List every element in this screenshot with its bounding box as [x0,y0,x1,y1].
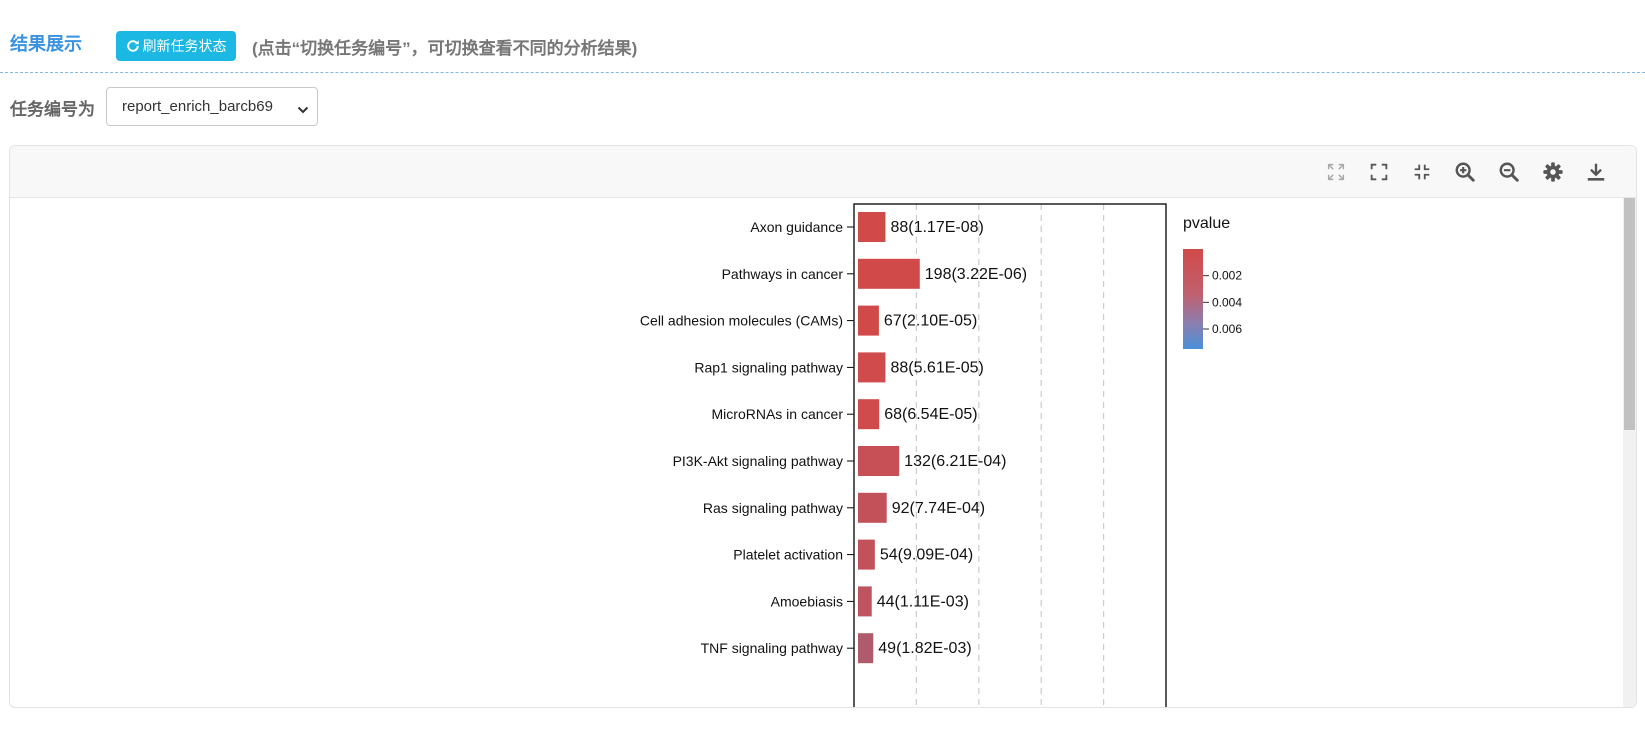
data-label-4: 68(6.54E-05) [884,406,977,423]
bar-4 [858,399,880,430]
expand-icon[interactable] [1323,159,1349,185]
bar-7 [858,539,875,570]
bar-1 [858,258,920,289]
bar-8 [858,586,872,617]
chart-area: Axon guidance 88(1.17E-08) Pathways in can… [10,198,1625,707]
legend-colorbar [1183,249,1203,349]
category-label-6: Ras signaling pathway [703,500,843,516]
bar-2 [858,305,879,336]
compress-icon[interactable] [1409,159,1435,185]
category-label-5: PI3K-Akt signaling pathway [673,453,843,469]
task-select-value: report_enrich_barcb69 [122,98,273,115]
enrichment-bar-chart: Axon guidance 88(1.17E-08) Pathways in can… [640,203,1242,707]
header-bar [0,0,1645,73]
data-label-8: 44(1.11E-03) [877,593,969,610]
bar-9 [858,633,874,664]
bar-0 [858,212,886,242]
category-label-1: Pathways in cancer [722,266,844,282]
fullscreen-icon[interactable] [1366,159,1392,185]
chart-toolbar [10,146,1636,198]
page-title: 结果展示 [10,34,82,54]
data-label-0: 88(1.17E-08) [890,219,983,236]
chevron-down-icon [297,102,309,119]
category-label-9: TNF signaling pathway [701,640,843,656]
download-icon[interactable] [1583,159,1609,185]
bar-6 [858,492,887,523]
data-label-7: 54(9.09E-04) [880,547,973,564]
zoom-in-icon[interactable] [1452,159,1478,185]
data-label-3: 88(5.61E-05) [890,359,983,376]
task-select[interactable]: report_enrich_barcb69 [106,87,318,126]
data-label-5: 132(6.21E-04) [904,453,1006,470]
hint-text: (点击“切换任务编号”，可切换查看不同的分析结果) [252,39,638,58]
legend-tick-label-1: 0.004 [1212,295,1242,309]
category-label-4: MicroRNAs in cancer [712,406,844,422]
bar-5 [858,446,900,476]
scrollbar-thumb[interactable] [1624,198,1635,430]
category-label-7: Platelet activation [733,547,843,563]
zoom-out-icon[interactable] [1496,159,1522,185]
chart-panel: Axon guidance 88(1.17E-08) Pathways in can… [9,145,1637,708]
category-label-2: Cell adhesion molecules (CAMs) [640,313,843,329]
legend-tick-label-2: 0.006 [1212,322,1242,336]
data-label-9: 49(1.82E-03) [878,640,971,657]
vertical-scrollbar[interactable] [1623,198,1636,707]
refresh-status-button[interactable]: 刷新任务状态 [116,31,236,61]
data-label-2: 67(2.10E-05) [884,313,977,330]
category-label-3: Rap1 signaling pathway [694,359,843,375]
data-label-6: 92(7.74E-04) [892,500,985,517]
category-label-8: Amoebiasis [771,593,843,609]
legend-tick-label-0: 0.002 [1212,269,1242,283]
category-label-0: Axon guidance [750,219,843,235]
bar-3 [858,352,886,383]
legend-title: pvalue [1183,215,1230,232]
data-label-1: 198(3.22E-06) [925,266,1027,283]
settings-icon[interactable] [1540,159,1566,185]
task-label: 任务编号为 [10,100,95,119]
refresh-icon [126,39,140,53]
refresh-status-label: 刷新任务状态 [142,38,227,54]
